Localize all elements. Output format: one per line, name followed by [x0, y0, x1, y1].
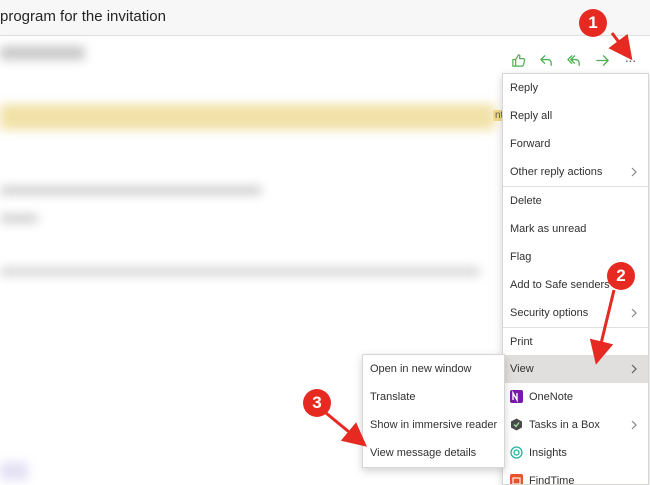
- blurred-body-line-3: [0, 267, 480, 276]
- submenu-item-translate[interactable]: Translate: [363, 383, 504, 411]
- menu-item-label: FindTime: [529, 475, 575, 485]
- tasks-in-a-box-icon: [511, 418, 522, 431]
- menu-item-label: Security options: [510, 307, 589, 319]
- more-icon: ···: [624, 52, 637, 68]
- menu-item-reply[interactable]: Reply: [503, 74, 648, 102]
- menu-item-label: Tasks in a Box: [529, 419, 600, 431]
- menu-item-other-reply-actions[interactable]: Other reply actions: [503, 158, 648, 186]
- forward-button[interactable]: [589, 47, 615, 73]
- arrow-step-3: [325, 411, 367, 447]
- submenu-item-immersive-reader[interactable]: Show in immersive reader: [363, 411, 504, 439]
- forward-icon: [595, 54, 609, 66]
- step-1-badge: 1: [579, 9, 607, 37]
- menu-item-label: Other reply actions: [510, 166, 603, 178]
- blurred-body-line-2: [0, 214, 38, 223]
- blurred-attachment: [0, 462, 28, 480]
- menu-item-view[interactable]: View: [503, 355, 648, 383]
- menu-item-reply-all[interactable]: Reply all: [503, 102, 648, 130]
- menu-item-label: View: [510, 363, 534, 375]
- reply-all-button[interactable]: [561, 47, 587, 73]
- reply-icon: [539, 54, 552, 66]
- menu-item-forward[interactable]: Forward: [503, 130, 648, 158]
- menu-item-tasks-in-a-box[interactable]: Tasks in a Box: [503, 411, 648, 439]
- submenu-item-open-new-window[interactable]: Open in new window: [363, 355, 504, 383]
- menu-item-mark-unread[interactable]: Mark as unread: [503, 215, 648, 243]
- menu-item-delete[interactable]: Delete: [503, 187, 648, 215]
- view-submenu: Open in new window Translate Show in imm…: [362, 354, 505, 468]
- chevron-right-icon: [631, 364, 637, 374]
- reply-button[interactable]: [533, 47, 559, 73]
- email-subject: program for the invitation: [0, 8, 166, 25]
- chevron-right-icon: [631, 167, 637, 177]
- chevron-right-icon: [631, 420, 637, 430]
- thumbs-up-icon: [511, 53, 525, 67]
- menu-item-insights[interactable]: Insights: [503, 439, 648, 467]
- findtime-icon: [510, 474, 523, 484]
- reply-all-icon: [566, 54, 580, 66]
- more-actions-button[interactable]: ···: [617, 47, 643, 73]
- step-3-badge: 3: [303, 389, 331, 417]
- menu-item-print[interactable]: Print: [503, 328, 648, 356]
- blurred-banner: [0, 104, 495, 130]
- blurred-body-line-1: [0, 186, 262, 195]
- menu-item-findtime[interactable]: FindTime: [503, 467, 648, 485]
- menu-item-security-options[interactable]: Security options: [503, 299, 648, 327]
- blurred-sender: [0, 46, 85, 60]
- onenote-icon: [510, 390, 523, 403]
- insights-icon: [510, 446, 523, 459]
- submenu-item-view-message-details[interactable]: View message details: [363, 439, 504, 467]
- menu-item-label: Insights: [529, 447, 567, 459]
- subject-bar: program for the invitation: [0, 0, 650, 36]
- menu-item-label: OneNote: [529, 391, 574, 403]
- chevron-right-icon: [631, 308, 637, 318]
- step-2-badge: 2: [607, 262, 635, 290]
- like-button[interactable]: [505, 47, 531, 73]
- menu-item-onenote[interactable]: OneNote: [503, 383, 648, 411]
